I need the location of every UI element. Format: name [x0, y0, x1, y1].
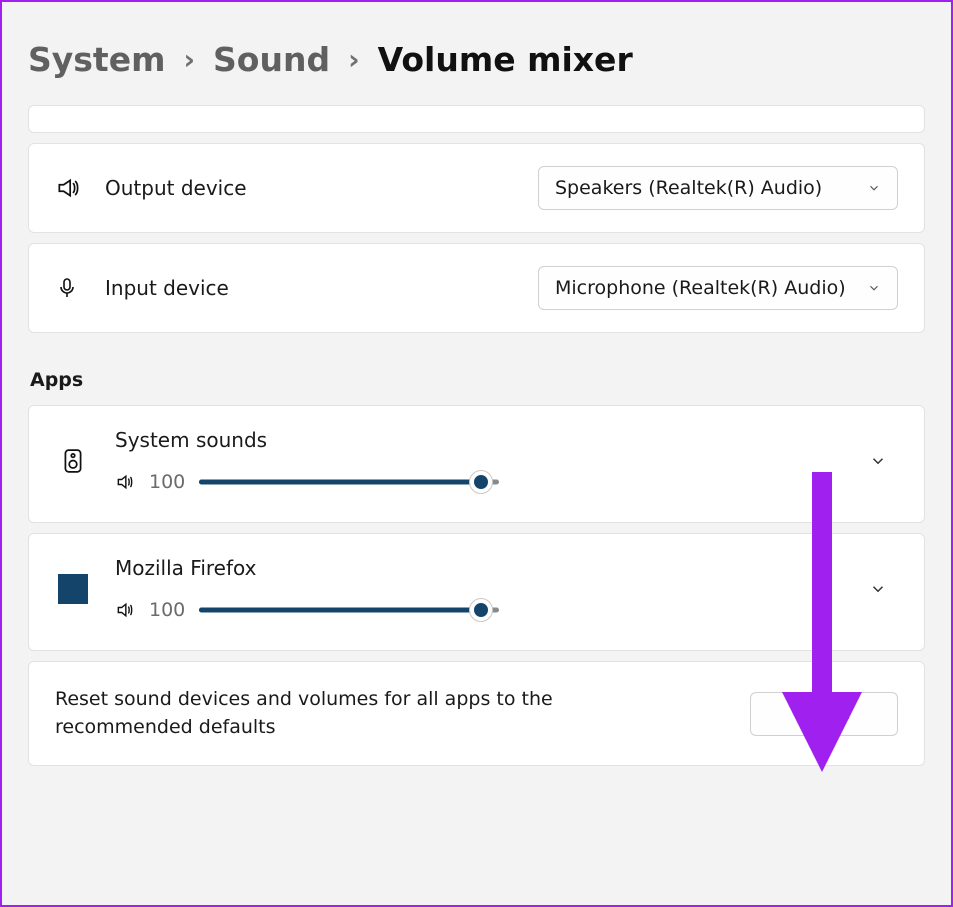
output-device-row: Output device Speakers (Realtek(R) Audio… — [28, 143, 925, 233]
output-device-dropdown[interactable]: Speakers (Realtek(R) Audio) — [538, 166, 898, 210]
breadcrumb-sound[interactable]: Sound — [213, 40, 330, 79]
chevron-down-icon — [867, 281, 881, 295]
output-device-label: Output device — [105, 176, 247, 200]
chevron-down-icon — [867, 181, 881, 195]
firefox-icon — [55, 574, 91, 604]
microphone-icon — [55, 276, 95, 300]
breadcrumb-system[interactable]: System — [28, 40, 165, 79]
app-row-firefox: Mozilla Firefox 100 — [28, 533, 925, 651]
chevron-right-icon: › — [183, 43, 195, 76]
speaker-icon — [55, 175, 95, 201]
breadcrumb: System › Sound › Volume mixer — [28, 40, 925, 79]
reset-description: Reset sound devices and volumes for all … — [55, 686, 615, 741]
input-device-value: Microphone (Realtek(R) Audio) — [555, 277, 846, 299]
app-name-label: Mozilla Firefox — [115, 556, 858, 580]
input-device-dropdown[interactable]: Microphone (Realtek(R) Audio) — [538, 266, 898, 310]
volume-slider[interactable] — [199, 598, 499, 622]
volume-slider[interactable] — [199, 470, 499, 494]
input-device-row: Input device Microphone (Realtek(R) Audi… — [28, 243, 925, 333]
reset-row: Reset sound devices and volumes for all … — [28, 661, 925, 766]
input-device-label: Input device — [105, 276, 229, 300]
expand-button[interactable] — [858, 580, 898, 598]
volume-icon[interactable] — [115, 472, 135, 492]
apps-section-header: Apps — [30, 369, 925, 391]
chevron-right-icon: › — [348, 43, 360, 76]
collapsed-card — [28, 105, 925, 133]
output-device-value: Speakers (Realtek(R) Audio) — [555, 177, 822, 199]
expand-button[interactable] — [858, 452, 898, 470]
app-row-system-sounds: System sounds 100 — [28, 405, 925, 523]
volume-value: 100 — [149, 471, 185, 493]
app-name-label: System sounds — [115, 428, 858, 452]
reset-button[interactable]: Reset — [750, 692, 898, 736]
speaker-device-icon — [55, 444, 91, 478]
volume-value: 100 — [149, 599, 185, 621]
volume-icon[interactable] — [115, 600, 135, 620]
breadcrumb-volume-mixer: Volume mixer — [378, 40, 633, 79]
